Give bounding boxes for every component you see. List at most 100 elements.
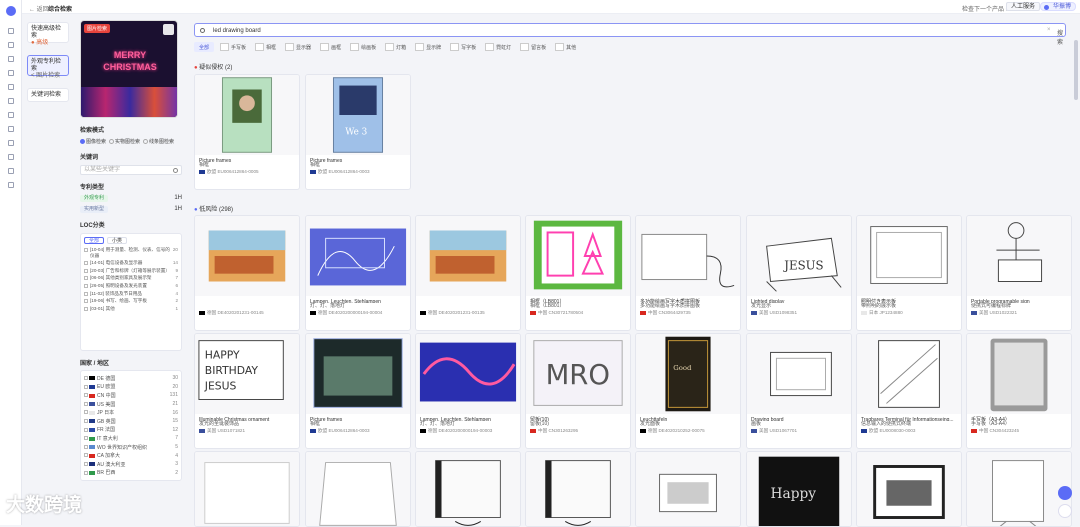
- loc-option[interactable]: [14-01] 电信设备及显示器 14: [84, 260, 178, 266]
- result-card[interactable]: Portable programable sign 便携式可编程标牌 美国 USD1…: [966, 215, 1072, 331]
- loc-option[interactable]: [06-06] 其他类别家具及展示架 7: [84, 275, 178, 281]
- nav-upload-icon[interactable]: [8, 154, 14, 160]
- filter-chip[interactable]: 绘画板: [347, 42, 379, 52]
- result-image[interactable]: JESUS: [747, 216, 851, 296]
- filter-chip[interactable]: 写字板: [447, 42, 479, 52]
- result-card[interactable]: JESUS Lighted display 发光显示 美国 USD1098351: [746, 215, 852, 331]
- clear-icon[interactable]: ×: [1047, 27, 1051, 33]
- filter-chip[interactable]: 显示器: [282, 42, 314, 52]
- mode-design-patent[interactable]: 外观专利检索 < 图片检索: [27, 55, 69, 79]
- nav-folder-icon[interactable]: [8, 98, 14, 104]
- filter-chip[interactable]: 灯箱: [382, 42, 409, 52]
- filter-chip[interactable]: 画框: [317, 42, 344, 52]
- country-option[interactable]: CN 中国 131: [84, 391, 178, 400]
- result-card[interactable]: 相框（LB801） 相框（LB801） 中国 CN30721780504: [525, 215, 631, 331]
- result-card[interactable]: Lampen, Leuchten, Stehlampen 灯、灯、落地灯 德国 DE…: [305, 215, 411, 331]
- tab-subclass[interactable]: 小类: [107, 237, 128, 244]
- keyword-input[interactable]: 以某些关键字: [80, 165, 182, 175]
- loc-option[interactable]: [10-04] 用于测量、检测、仪表、信号的仪器 20: [84, 247, 178, 258]
- result-card[interactable]: HAPPY BIRTHDAY JESUS Illuminable Christmas …: [194, 333, 300, 449]
- back-to-top-button[interactable]: [1058, 504, 1072, 518]
- next-product-link[interactable]: 检查下一个产品 ›: [962, 4, 1008, 13]
- patent-type-row[interactable]: 外观专利 1H: [80, 194, 182, 202]
- app-logo-icon[interactable]: [6, 6, 16, 16]
- country-option[interactable]: WO 世界知识产权组织 5: [84, 443, 178, 452]
- result-card[interactable]: [194, 451, 300, 527]
- result-image[interactable]: [526, 216, 630, 296]
- result-card[interactable]: [966, 451, 1072, 527]
- result-image[interactable]: We 3: [306, 75, 410, 155]
- mode-quick-advanced[interactable]: 快速高级检索 ● 高级: [27, 22, 69, 46]
- nav-document-icon[interactable]: [8, 70, 14, 76]
- result-image[interactable]: [306, 334, 410, 414]
- result-image[interactable]: [747, 334, 851, 414]
- country-option[interactable]: IT 意大利 7: [84, 434, 178, 443]
- country-option[interactable]: EU 欧盟 20: [84, 383, 178, 392]
- country-option[interactable]: US 美国 21: [84, 400, 178, 409]
- country-option[interactable]: DE 德国 30: [84, 374, 178, 383]
- result-card[interactable]: Drawing board 画板 美国 USD1067701: [746, 333, 852, 449]
- nav-search-icon[interactable]: [8, 42, 14, 48]
- result-image[interactable]: Good: [636, 334, 740, 414]
- result-image[interactable]: [195, 75, 299, 155]
- radio-line[interactable]: 线条图检索: [143, 138, 174, 145]
- nav-help-icon[interactable]: [8, 182, 14, 188]
- result-image[interactable]: [306, 452, 410, 526]
- result-image[interactable]: [526, 452, 630, 526]
- result-card[interactable]: 德国 DE4020201231-00145: [194, 215, 300, 331]
- loc-option[interactable]: [03-01] 其他 1: [84, 306, 178, 312]
- result-card[interactable]: 德国 DE4020201231-00135: [415, 215, 521, 331]
- result-card[interactable]: Picture frames 相框 欧盟 EU006412864-0003: [305, 333, 411, 449]
- result-card[interactable]: Good Leuchttafeln 发光面板 德国 DE4020210252-0007…: [635, 333, 741, 449]
- result-card[interactable]: 手写板（A3-A4） 手写板（A3-A4） 中国 CN304423245: [966, 333, 1072, 449]
- query-image-preview[interactable]: MERRY CHRISTMAS 图片检索: [80, 20, 178, 118]
- result-image[interactable]: [857, 452, 961, 526]
- result-card[interactable]: [525, 451, 631, 527]
- mode-keyword[interactable]: 关键词检索: [27, 88, 69, 102]
- result-image[interactable]: [195, 452, 299, 526]
- result-image[interactable]: [857, 216, 961, 296]
- filter-chip[interactable]: 全部: [194, 42, 215, 52]
- user-menu[interactable]: 华振博: [1040, 2, 1077, 11]
- tab-all[interactable]: 全部: [84, 237, 105, 244]
- result-card[interactable]: 照明付き表示板 带照明的展示板 日本 JP1234880: [856, 215, 962, 331]
- result-card[interactable]: [856, 451, 962, 527]
- country-option[interactable]: AU 澳大利亚 3: [84, 460, 178, 469]
- loc-option[interactable]: [26-05] 照明设备及发光装置 6: [84, 283, 178, 289]
- result-card[interactable]: Lampen, Leuchten, Stehlampen 灯、灯、落地灯 德国 DE…: [415, 333, 521, 449]
- search-input[interactable]: led drawing board: [213, 28, 261, 34]
- result-image[interactable]: [636, 216, 740, 296]
- result-card[interactable]: Happy: [746, 451, 852, 527]
- loc-option[interactable]: [20-03] 广告和标牌（灯箱等展示装置） 9: [84, 268, 178, 274]
- result-image[interactable]: [416, 334, 520, 414]
- result-image[interactable]: MRO: [526, 334, 630, 414]
- nav-home-icon[interactable]: [8, 28, 14, 34]
- loc-option[interactable]: [19-06] 书写、绘画、写字板 2: [84, 298, 178, 304]
- result-image[interactable]: [636, 452, 740, 526]
- search-bar[interactable]: led drawing board × 搜索: [194, 23, 1066, 46]
- crop-tool-icon[interactable]: [163, 24, 174, 35]
- search-icon[interactable]: [173, 168, 178, 173]
- result-image[interactable]: [306, 216, 410, 296]
- radio-photo[interactable]: 实物图检索: [109, 138, 140, 145]
- filter-chip[interactable]: 霓虹灯: [482, 42, 514, 52]
- result-image[interactable]: [857, 334, 961, 414]
- nav-settings-icon[interactable]: [8, 168, 14, 174]
- nav-bell-icon[interactable]: [8, 112, 14, 118]
- result-card[interactable]: Picture frames 相框 欧盟 EU006412864-0005: [194, 74, 300, 190]
- country-option[interactable]: CA 加拿大 4: [84, 451, 178, 460]
- chat-button[interactable]: [1058, 486, 1072, 500]
- filter-chip[interactable]: 其他: [552, 42, 579, 52]
- patent-type-chip[interactable]: 实用新型: [80, 205, 109, 213]
- filter-chip[interactable]: 留言板: [517, 42, 549, 52]
- human-service-button[interactable]: 人工服务: [1006, 2, 1041, 11]
- country-option[interactable]: FR 法国 12: [84, 426, 178, 435]
- country-option[interactable]: BR 巴西 2: [84, 469, 178, 478]
- scrollbar[interactable]: [1074, 40, 1078, 100]
- nav-shield-icon[interactable]: [8, 126, 14, 132]
- result-image[interactable]: [416, 216, 520, 296]
- result-card[interactable]: Tragbares Terminal für Informationseing.…: [856, 333, 962, 449]
- result-image[interactable]: [967, 216, 1071, 296]
- patent-type-row[interactable]: 实用新型 1H: [80, 205, 182, 213]
- result-card[interactable]: [415, 451, 521, 527]
